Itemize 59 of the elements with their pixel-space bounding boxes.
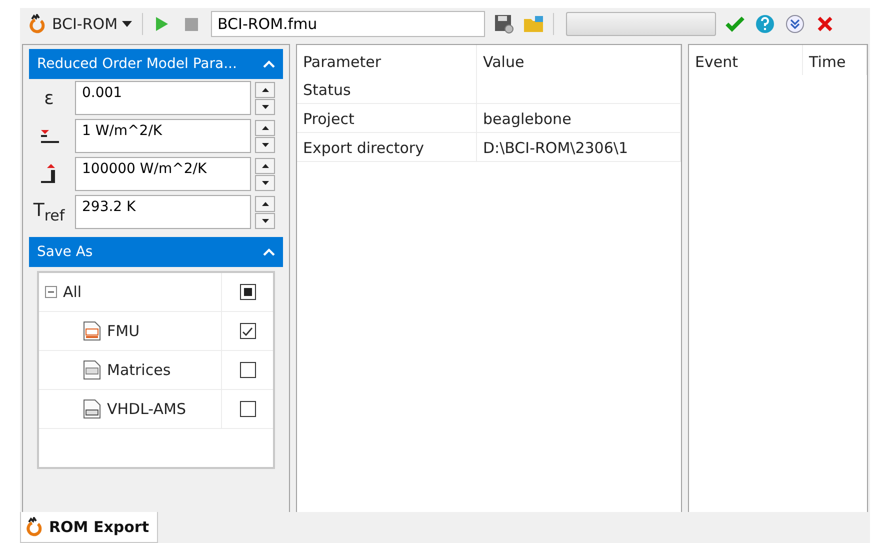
checkbox[interactable] <box>240 323 256 339</box>
up-arrow-icon <box>262 126 268 130</box>
decrement-button[interactable] <box>255 174 275 190</box>
down-arrow-icon <box>262 218 268 222</box>
up-arrow-icon <box>262 202 268 206</box>
down-arrow-icon <box>262 104 268 108</box>
down-arrow-icon <box>262 180 268 184</box>
panel-header[interactable]: Save As <box>29 237 283 267</box>
value-field[interactable]: 1 W/m^2/K <box>75 119 251 153</box>
parameter-symbol: T$_{ref}$ <box>32 200 66 224</box>
save-settings-button[interactable] <box>492 13 515 35</box>
table-cell: Project <box>297 104 477 133</box>
parameter-symbol: ε <box>43 88 55 108</box>
value-field[interactable]: 293.2 K <box>75 195 251 229</box>
increment-button[interactable] <box>255 120 275 136</box>
up-arrow-icon <box>262 88 268 92</box>
open-folder-button[interactable] <box>522 13 545 35</box>
help-button[interactable] <box>754 13 776 35</box>
up-arrow-icon <box>262 164 268 168</box>
decrement-button[interactable] <box>255 136 275 152</box>
tree-item-label[interactable]: FMU <box>107 322 140 340</box>
column-header: Parameter <box>297 45 477 75</box>
check-icon <box>242 326 253 336</box>
checkbox[interactable] <box>240 362 256 378</box>
panel-header[interactable]: Reduced Order Model Para... <box>29 49 283 79</box>
checkbox[interactable] <box>240 401 256 417</box>
file-field[interactable]: BCI-ROM.fmu <box>210 11 485 37</box>
play-icon <box>154 16 169 32</box>
table-cell: Export directory <box>297 133 477 162</box>
table-cell: Status <box>297 75 477 104</box>
vhdl-file-icon <box>83 399 101 419</box>
collapse-toggle[interactable] <box>45 286 57 298</box>
tree-item-label[interactable]: All <box>63 283 82 301</box>
tree-item-label[interactable]: VHDL-AMS <box>107 400 186 418</box>
chevron-icon <box>263 248 275 256</box>
column-header: Event <box>689 45 803 75</box>
value-field[interactable]: 100000 W/m^2/K <box>75 157 251 191</box>
checkbox[interactable] <box>240 284 256 300</box>
chevron-icon <box>263 60 275 68</box>
tree-item-label[interactable]: Matrices <box>107 361 171 379</box>
increment-button[interactable] <box>255 196 275 212</box>
lower-bound-icon <box>39 129 59 143</box>
value-field[interactable]: 0.001 <box>75 81 251 115</box>
expand-button[interactable] <box>784 13 806 35</box>
fmu-file-icon <box>83 321 101 341</box>
table-cell: beaglebone <box>477 104 681 133</box>
caret-icon <box>122 21 132 27</box>
down-arrow-icon <box>262 142 268 146</box>
column-header: Value <box>477 45 681 75</box>
increment-button[interactable] <box>255 158 275 174</box>
increment-button[interactable] <box>255 82 275 98</box>
column-header: Time <box>803 45 867 75</box>
matrix-file-icon <box>83 360 101 380</box>
product-dropdown[interactable]: BCI-ROM <box>26 14 134 34</box>
tab[interactable]: ROM Export <box>20 512 158 543</box>
decrement-button[interactable] <box>255 212 275 228</box>
decrement-button[interactable] <box>255 98 275 114</box>
stop-icon <box>185 18 198 30</box>
table-cell: D:\BCI-ROM\2306\1 <box>477 133 681 162</box>
